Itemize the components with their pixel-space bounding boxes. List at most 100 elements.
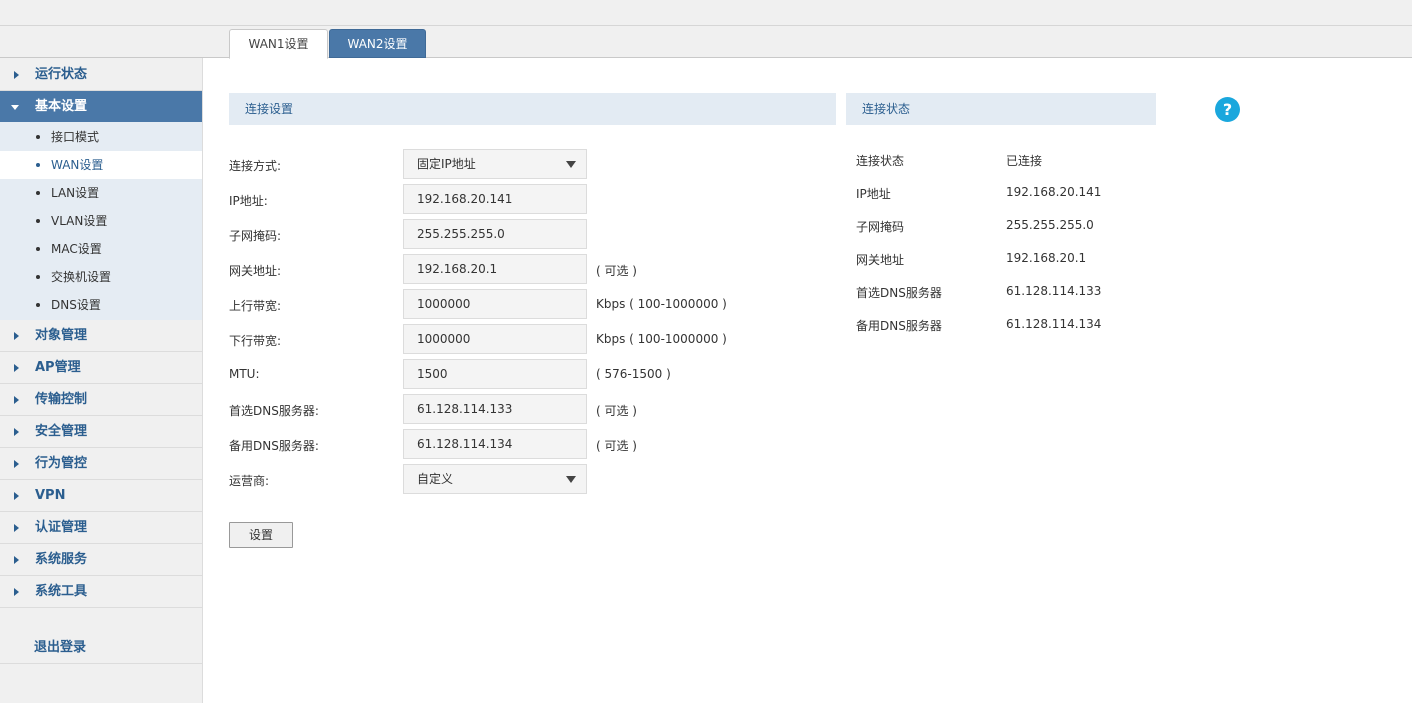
chevron-right-icon bbox=[14, 524, 19, 532]
connection-settings-header: 连接设置 bbox=[229, 93, 836, 125]
sidebar-subitem-label: MAC设置 bbox=[51, 242, 102, 256]
sidebar-subitem-interface-mode[interactable]: 接口模式 bbox=[0, 123, 202, 151]
gateway-label: 网关地址: bbox=[229, 264, 282, 278]
top-bar bbox=[0, 0, 1412, 26]
status-secondary-dns-value: 61.128.114.134 bbox=[1006, 317, 1102, 331]
sidebar: 运行状态 基本设置 接口模式 WAN设置 LAN设置 VLAN设置 MAC设置 … bbox=[0, 58, 203, 703]
status-connection-value: 已连接 bbox=[1006, 154, 1043, 168]
sidebar-item-label: 系统服务 bbox=[35, 552, 88, 567]
connection-status-header: 连接状态 bbox=[846, 93, 1156, 125]
chevron-right-icon bbox=[14, 556, 19, 564]
chevron-right-icon bbox=[14, 364, 19, 372]
mtu-label: MTU: bbox=[229, 367, 260, 381]
status-primary-dns-value: 61.128.114.133 bbox=[1006, 284, 1102, 298]
sidebar-item-label: 基本设置 bbox=[35, 99, 88, 114]
downstream-bandwidth-label: 下行带宽: bbox=[229, 334, 282, 348]
tab-wan2[interactable]: WAN2设置 bbox=[329, 29, 426, 58]
chevron-down-icon bbox=[11, 105, 19, 110]
status-gateway-label: 网关地址 bbox=[856, 253, 905, 267]
sidebar-item-transfer-control[interactable]: 传输控制 bbox=[0, 384, 202, 416]
bullet-icon bbox=[36, 191, 40, 195]
secondary-dns-input[interactable]: 61.128.114.134 bbox=[403, 429, 587, 459]
sidebar-subitem-label: DNS设置 bbox=[51, 298, 101, 312]
upstream-bandwidth-label: 上行带宽: bbox=[229, 299, 282, 313]
bullet-icon bbox=[36, 219, 40, 223]
sidebar-item-label: 系统工具 bbox=[35, 584, 88, 599]
subnet-mask-label: 子网掩码: bbox=[229, 229, 282, 243]
sidebar-item-label: VPN bbox=[35, 488, 66, 503]
help-icon[interactable]: ? bbox=[1215, 97, 1240, 122]
sidebar-item-system-tools[interactable]: 系统工具 bbox=[0, 576, 202, 608]
sidebar-item-running-status[interactable]: 运行状态 bbox=[0, 59, 202, 91]
sidebar-item-label: 安全管理 bbox=[35, 424, 88, 439]
sidebar-item-system-services[interactable]: 系统服务 bbox=[0, 544, 202, 576]
secondary-dns-hint: ( 可选 ) bbox=[596, 439, 637, 453]
isp-select[interactable]: 自定义 bbox=[403, 464, 587, 494]
chevron-right-icon bbox=[14, 396, 19, 404]
ip-address-input[interactable]: 192.168.20.141 bbox=[403, 184, 587, 214]
upstream-bandwidth-hint: Kbps ( 100-1000000 ) bbox=[596, 297, 727, 311]
caret-down-icon bbox=[566, 161, 576, 168]
upstream-bandwidth-input[interactable]: 1000000 bbox=[403, 289, 587, 319]
bullet-icon bbox=[36, 163, 40, 167]
status-secondary-dns-label: 备用DNS服务器 bbox=[856, 319, 942, 333]
sidebar-subitem-mac[interactable]: MAC设置 bbox=[0, 235, 202, 263]
status-connection-label: 连接状态 bbox=[856, 154, 905, 168]
status-subnet-label: 子网掩码 bbox=[856, 220, 905, 234]
status-subnet-value: 255.255.255.0 bbox=[1006, 218, 1094, 232]
sidebar-submenu: 接口模式 WAN设置 LAN设置 VLAN设置 MAC设置 交换机设置 DNS设… bbox=[0, 122, 202, 320]
chevron-right-icon bbox=[14, 428, 19, 436]
tab-wan1[interactable]: WAN1设置 bbox=[229, 29, 328, 59]
subnet-mask-input[interactable]: 255.255.255.0 bbox=[403, 219, 587, 249]
status-ip-label: IP地址 bbox=[856, 187, 891, 201]
downstream-bandwidth-hint: Kbps ( 100-1000000 ) bbox=[596, 332, 727, 346]
connection-type-label: 连接方式: bbox=[229, 159, 282, 173]
sidebar-item-label: 认证管理 bbox=[35, 520, 88, 535]
logout-link[interactable]: 退出登录 bbox=[0, 632, 202, 664]
chevron-right-icon bbox=[14, 492, 19, 500]
status-primary-dns-label: 首选DNS服务器 bbox=[856, 286, 942, 300]
chevron-right-icon bbox=[14, 332, 19, 340]
chevron-right-icon bbox=[14, 588, 19, 596]
bullet-icon bbox=[36, 275, 40, 279]
set-button[interactable]: 设置 bbox=[229, 522, 293, 548]
mtu-hint: ( 576-1500 ) bbox=[596, 367, 671, 381]
sidebar-item-label: 运行状态 bbox=[35, 67, 88, 82]
bullet-icon bbox=[36, 247, 40, 251]
gateway-hint: ( 可选 ) bbox=[596, 264, 637, 278]
caret-down-icon bbox=[566, 476, 576, 483]
secondary-dns-label: 备用DNS服务器: bbox=[229, 439, 319, 453]
sidebar-item-security-management[interactable]: 安全管理 bbox=[0, 416, 202, 448]
sidebar-subitem-label: LAN设置 bbox=[51, 186, 100, 200]
connection-type-select[interactable]: 固定IP地址 bbox=[403, 149, 587, 179]
sidebar-subitem-vlan[interactable]: VLAN设置 bbox=[0, 207, 202, 235]
isp-value: 自定义 bbox=[417, 472, 454, 486]
tab-bar: WAN1设置 WAN2设置 bbox=[0, 26, 1412, 59]
primary-dns-label: 首选DNS服务器: bbox=[229, 404, 319, 418]
sidebar-item-label: 传输控制 bbox=[35, 392, 88, 407]
sidebar-item-vpn[interactable]: VPN bbox=[0, 480, 202, 512]
sidebar-item-label: AP管理 bbox=[35, 360, 81, 375]
bullet-icon bbox=[36, 135, 40, 139]
sidebar-subitem-wan[interactable]: WAN设置 bbox=[0, 151, 202, 179]
sidebar-item-label: 对象管理 bbox=[35, 328, 88, 343]
chevron-right-icon bbox=[14, 71, 19, 79]
sidebar-subitem-switch[interactable]: 交换机设置 bbox=[0, 263, 202, 291]
status-gateway-value: 192.168.20.1 bbox=[1006, 251, 1087, 265]
mtu-input[interactable]: 1500 bbox=[403, 359, 587, 389]
sidebar-subitem-label: VLAN设置 bbox=[51, 214, 108, 228]
downstream-bandwidth-input[interactable]: 1000000 bbox=[403, 324, 587, 354]
sidebar-item-ap-management[interactable]: AP管理 bbox=[0, 352, 202, 384]
sidebar-subitem-lan[interactable]: LAN设置 bbox=[0, 179, 202, 207]
sidebar-subitem-dns[interactable]: DNS设置 bbox=[0, 291, 202, 319]
sidebar-item-auth-management[interactable]: 认证管理 bbox=[0, 512, 202, 544]
isp-label: 运营商: bbox=[229, 474, 270, 488]
sidebar-subitem-label: 交换机设置 bbox=[51, 270, 112, 284]
primary-dns-input[interactable]: 61.128.114.133 bbox=[403, 394, 587, 424]
bullet-icon bbox=[36, 303, 40, 307]
gateway-input[interactable]: 192.168.20.1 bbox=[403, 254, 587, 284]
sidebar-item-behavior-control[interactable]: 行为管控 bbox=[0, 448, 202, 480]
sidebar-item-object-management[interactable]: 对象管理 bbox=[0, 320, 202, 352]
chevron-right-icon bbox=[14, 460, 19, 468]
sidebar-item-basic-settings[interactable]: 基本设置 bbox=[0, 91, 202, 123]
